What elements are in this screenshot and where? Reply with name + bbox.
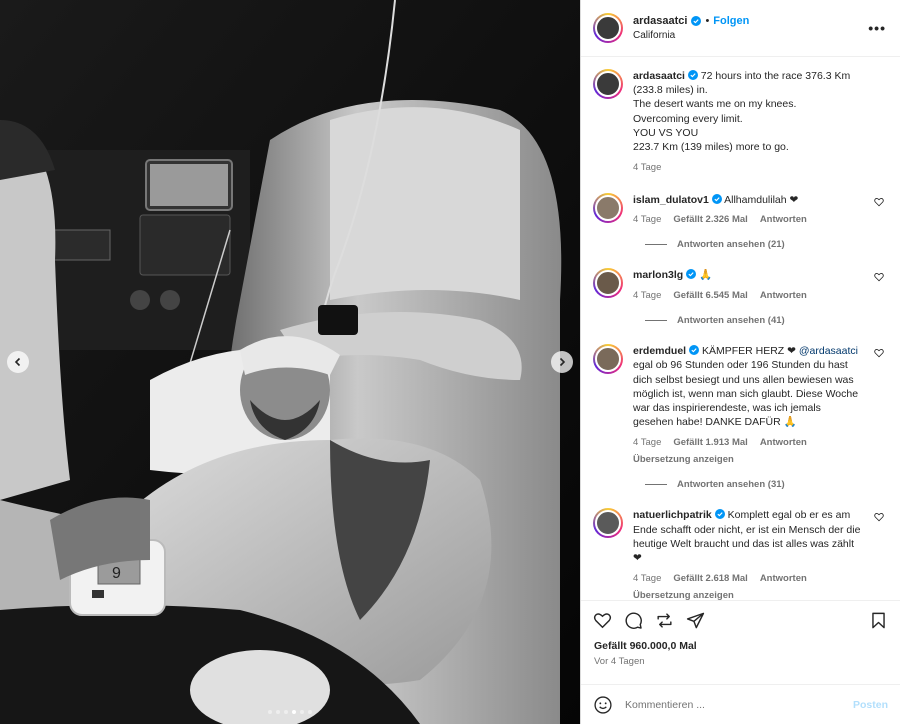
commenter-avatar[interactable]	[593, 192, 623, 223]
comment-likes[interactable]: Gefällt 6.545 Mal	[673, 289, 747, 303]
comment-age[interactable]: 4 Tage	[633, 572, 661, 586]
post-comment-button[interactable]: Posten	[853, 699, 888, 711]
comment-age[interactable]: 4 Tage	[633, 436, 661, 450]
view-replies-label: Antworten ansehen (21)	[677, 239, 785, 251]
reply-button[interactable]: Antworten	[760, 289, 807, 303]
next-slide-button[interactable]	[551, 351, 573, 373]
caption-line: YOU VS YOU	[633, 126, 699, 139]
comment-text: Allhamdulilah ❤	[724, 193, 799, 206]
verified-badge-icon	[686, 269, 697, 280]
verified-badge-icon	[714, 509, 725, 520]
reply-button[interactable]: Antworten	[760, 213, 807, 227]
view-replies-button[interactable]: Antworten ansehen (31)	[645, 479, 886, 490]
post-photo: 9	[0, 0, 580, 724]
author-username[interactable]: ardasaatci	[633, 15, 687, 27]
translate-button[interactable]: Übersetzung anzeigen	[633, 453, 734, 467]
slide-dot	[284, 710, 288, 714]
comment-text: egal ob 96 Stunden oder 196 Stunden du h…	[633, 359, 859, 429]
caption-avatar[interactable]	[593, 68, 623, 99]
mention-link[interactable]: @ardasaatci	[799, 345, 858, 357]
like-comment-heart-icon[interactable]	[874, 272, 884, 282]
like-count[interactable]: Gefällt 960.000,0 Mal	[581, 640, 900, 652]
reply-button[interactable]: Antworten	[760, 436, 807, 450]
verified-badge-icon	[687, 69, 698, 80]
commenter-username[interactable]: natuerlichpatrik	[633, 509, 712, 521]
header-separator: •	[705, 14, 710, 27]
slide-dot	[276, 710, 280, 714]
comment-age[interactable]: 4 Tage	[633, 213, 661, 227]
caption-line: The desert wants me on my knees.	[633, 98, 797, 111]
post-sidebar: ardasaatci • Folgen California ••• ardas…	[580, 0, 900, 724]
chevron-right-icon	[559, 357, 566, 367]
comment-likes[interactable]: Gefällt 2.326 Mal	[673, 213, 747, 227]
comment-item: marlon3lg 🙏 4 Tage Gefällt 6.545 Mal Ant…	[593, 268, 886, 303]
previous-slide-button[interactable]	[7, 351, 29, 373]
author-avatar[interactable]	[593, 12, 623, 43]
commenter-username[interactable]: marlon3lg	[633, 269, 683, 281]
repost-icon[interactable]	[655, 611, 674, 630]
translate-button[interactable]: Übersetzung anzeigen	[633, 589, 734, 601]
save-bookmark-icon[interactable]	[869, 611, 888, 630]
commenter-avatar[interactable]	[593, 268, 623, 299]
comment-text-prefix: KÄMPFER HERZ ❤	[701, 344, 796, 357]
view-replies-label: Antworten ansehen (41)	[677, 314, 785, 326]
action-bar	[581, 600, 900, 640]
like-comment-heart-icon[interactable]	[874, 348, 884, 358]
bp-monitor-display: 9	[112, 565, 121, 582]
caption-line: 223.7 Km (139 miles) more to go.	[633, 141, 789, 154]
caption-age[interactable]: 4 Tage	[633, 161, 661, 175]
view-replies-button[interactable]: Antworten ansehen (21)	[645, 239, 886, 250]
comment-input[interactable]	[625, 698, 853, 711]
follow-button[interactable]: Folgen	[713, 15, 749, 27]
chevron-left-icon	[14, 357, 21, 367]
instagram-post-modal: 9 ardasaatci • Folgen California ••• ard…	[0, 0, 900, 724]
slide-dot	[308, 710, 312, 714]
commenter-username[interactable]: erdemduel	[633, 345, 686, 357]
emoji-icon[interactable]	[593, 695, 613, 715]
slide-dot	[292, 710, 296, 714]
verified-badge-icon	[689, 344, 700, 355]
comment-bubble-icon[interactable]	[624, 611, 643, 630]
post-media[interactable]: 9	[0, 0, 580, 724]
post-caption: ardasaatci 72 hours into the race 376.3 …	[593, 68, 886, 175]
comment-text: 🙏	[699, 269, 713, 282]
reply-button[interactable]: Antworten	[760, 572, 807, 586]
slide-indicator	[0, 710, 580, 714]
comment-item: natuerlichpatrik Komplett egal ob er es …	[593, 508, 886, 600]
comment-likes[interactable]: Gefällt 2.618 Mal	[673, 572, 747, 586]
caption-line: 72 hours into the race 376.3 Km	[700, 69, 851, 82]
like-comment-heart-icon[interactable]	[874, 197, 884, 207]
post-location[interactable]: California	[633, 30, 749, 41]
like-heart-icon[interactable]	[593, 611, 612, 630]
view-replies-label: Antworten ansehen (31)	[677, 479, 785, 491]
comment-composer: Posten	[581, 684, 900, 724]
post-date[interactable]: Vor 4 Tagen	[581, 652, 900, 667]
share-paper-plane-icon[interactable]	[686, 611, 705, 630]
caption-line: (233.8 miles) in.	[633, 84, 708, 97]
slide-dot	[300, 710, 304, 714]
slide-dot	[268, 710, 272, 714]
verified-badge-icon	[691, 15, 702, 26]
comments-list[interactable]: ardasaatci 72 hours into the race 376.3 …	[581, 57, 900, 600]
commenter-avatar[interactable]	[593, 508, 623, 539]
more-options-button[interactable]: •••	[868, 20, 886, 36]
comment-age[interactable]: 4 Tage	[633, 289, 661, 303]
caption-line: Overcoming every limit.	[633, 112, 743, 125]
comment-likes[interactable]: Gefällt 1.913 Mal	[673, 436, 747, 450]
like-comment-heart-icon[interactable]	[874, 512, 884, 522]
post-header: ardasaatci • Folgen California •••	[581, 0, 900, 57]
commenter-username[interactable]: islam_dulatov1	[633, 194, 709, 206]
commenter-avatar[interactable]	[593, 343, 623, 374]
comment-item: erdemduel KÄMPFER HERZ ❤ @ardasaatci ega…	[593, 343, 886, 467]
verified-badge-icon	[711, 193, 722, 204]
caption-username[interactable]: ardasaatci	[633, 70, 685, 82]
comment-item: islam_dulatov1 Allhamdulilah ❤ 4 Tage Ge…	[593, 192, 886, 228]
view-replies-button[interactable]: Antworten ansehen (41)	[645, 315, 886, 326]
